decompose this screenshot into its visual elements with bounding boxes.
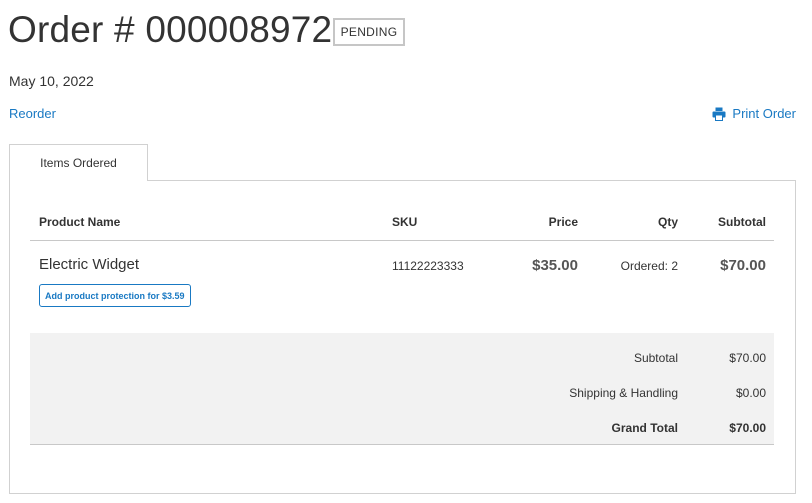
column-header-price: Price bbox=[548, 215, 578, 229]
reorder-link[interactable]: Reorder bbox=[9, 106, 56, 121]
table-header-divider bbox=[30, 240, 774, 241]
column-header-product-name: Product Name bbox=[39, 215, 121, 229]
product-qty: Ordered: 2 bbox=[620, 259, 678, 273]
column-header-qty: Qty bbox=[657, 215, 678, 229]
totals-subtotal-label: Subtotal bbox=[633, 351, 678, 365]
product-subtotal: $70.00 bbox=[720, 257, 766, 274]
totals-subtotal-value: $70.00 bbox=[729, 351, 766, 365]
tab-items-ordered[interactable]: Items Ordered bbox=[9, 144, 148, 181]
print-order-link[interactable]: Print Order bbox=[712, 106, 796, 121]
page-title: Order # 000008972 bbox=[8, 9, 333, 50]
totals-shipping-label: Shipping & Handling bbox=[569, 386, 678, 400]
status-badge: PENDING bbox=[333, 18, 405, 46]
add-product-protection-button[interactable]: Add product protection for $3.59 bbox=[39, 284, 191, 307]
product-name: Electric Widget bbox=[39, 256, 140, 273]
product-sku: 11122223333 bbox=[392, 259, 464, 273]
print-order-label: Print Order bbox=[732, 106, 796, 121]
product-price: $35.00 bbox=[532, 257, 578, 274]
totals-shipping-value: $0.00 bbox=[735, 386, 766, 400]
totals-grand-total-value: $70.00 bbox=[729, 421, 766, 435]
printer-icon bbox=[712, 107, 726, 121]
totals-grand-total-label: Grand Total bbox=[611, 421, 678, 435]
column-header-subtotal: Subtotal bbox=[718, 215, 766, 229]
column-header-sku: SKU bbox=[392, 215, 418, 229]
order-date: May 10, 2022 bbox=[9, 73, 94, 89]
